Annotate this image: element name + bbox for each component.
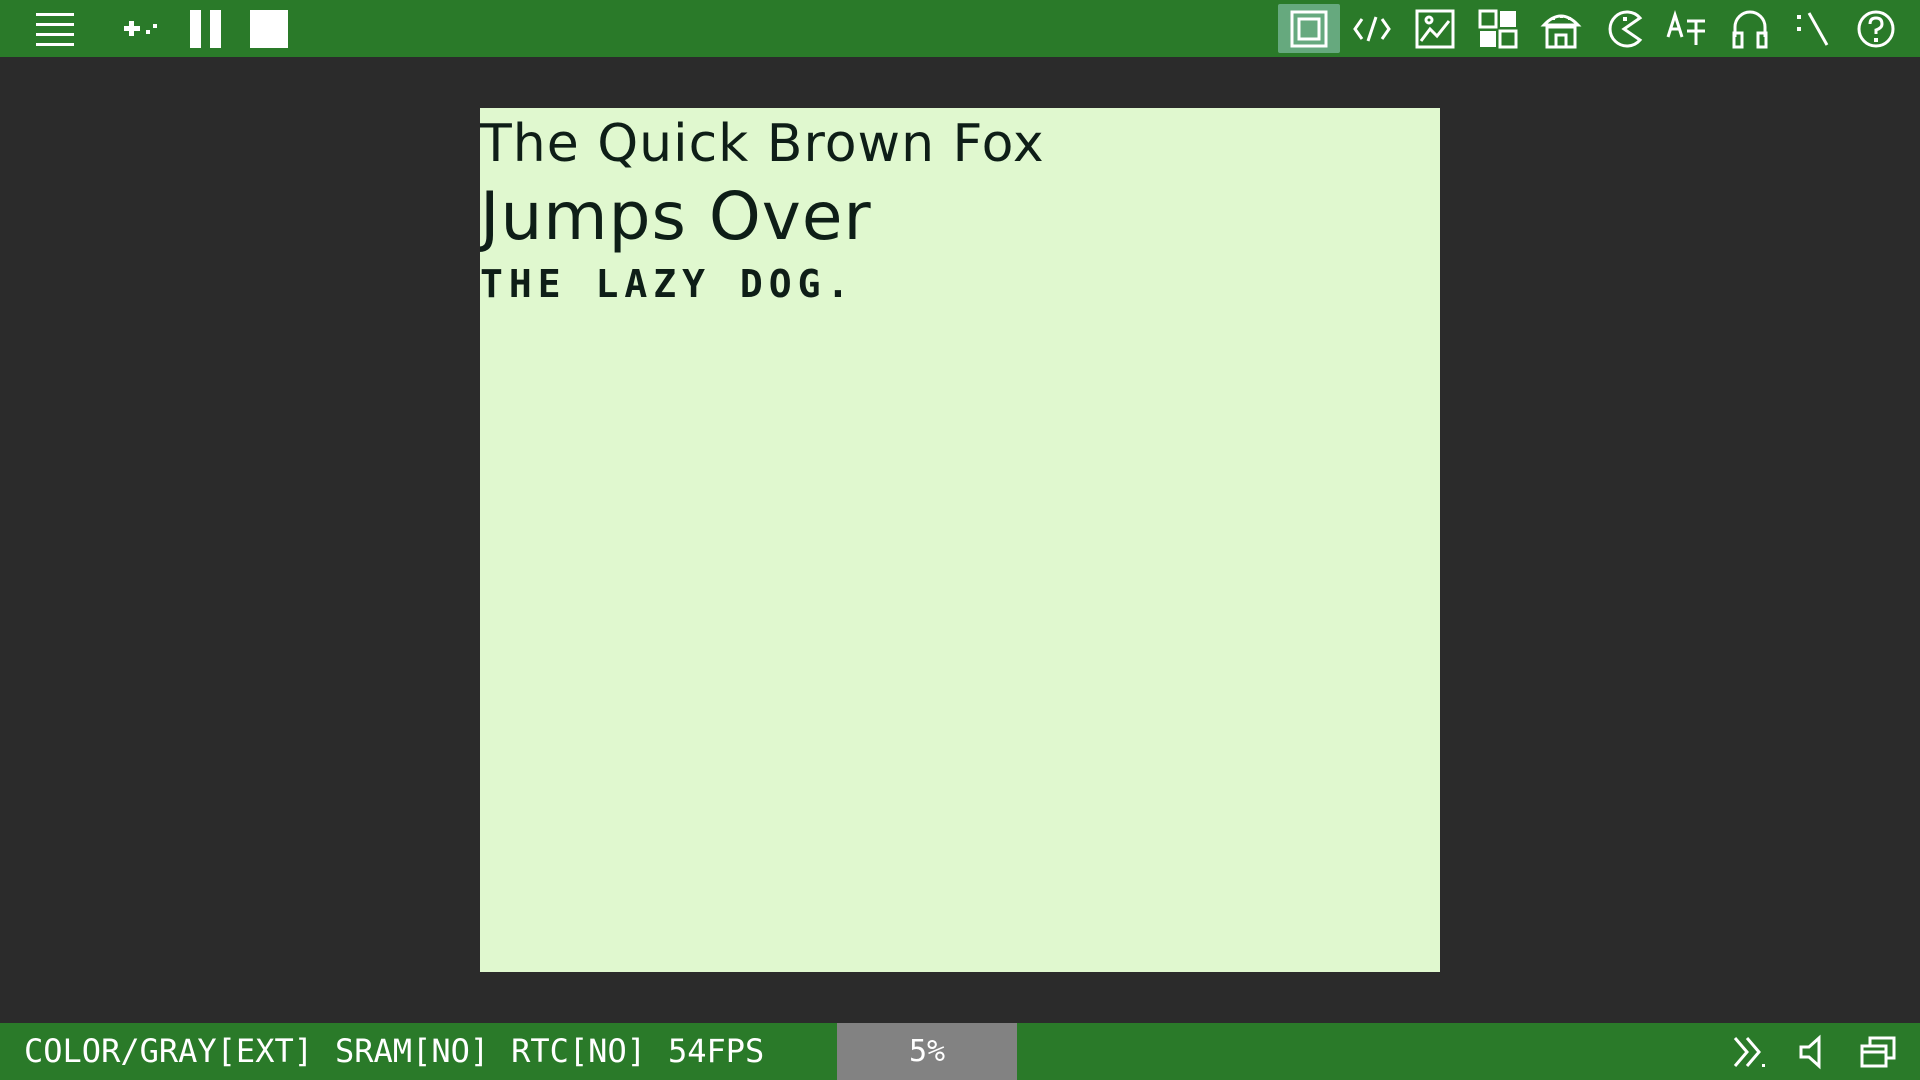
- screen-text-line-3: THE LAZY DOG.: [480, 262, 856, 306]
- status-info: COLOR/GRAY[EXT] SRAM[NO] RTC[NO] 54FPS: [24, 1023, 786, 1080]
- screen-icon[interactable]: [1278, 4, 1340, 53]
- tiles-icon[interactable]: [1469, 0, 1527, 57]
- pacman-icon[interactable]: [1595, 0, 1653, 57]
- status-sram: SRAM[NO]: [334, 1032, 490, 1070]
- status-fps: 54FPS: [667, 1032, 765, 1070]
- stop-icon[interactable]: [240, 0, 298, 57]
- help-icon[interactable]: [1847, 0, 1905, 57]
- status-bar: COLOR/GRAY[EXT] SRAM[NO] RTC[NO] 54FPS 5%: [0, 1023, 1920, 1080]
- status-mode: COLOR/GRAY[EXT]: [24, 1032, 313, 1070]
- code-icon[interactable]: [1343, 0, 1401, 57]
- top-toolbar: [0, 0, 1920, 57]
- pause-icon[interactable]: [177, 0, 235, 57]
- screen-text-line-2: Jumps Over: [480, 178, 872, 255]
- window-icon[interactable]: [1849, 1023, 1907, 1080]
- shop-icon[interactable]: [1532, 0, 1590, 57]
- menu-icon[interactable]: [26, 0, 84, 57]
- translate-icon[interactable]: [1658, 0, 1716, 57]
- screen-text-line-1: The Quick Brown Fox: [480, 114, 1045, 174]
- image-icon[interactable]: [1406, 0, 1464, 57]
- gamepad-icon[interactable]: [113, 0, 171, 57]
- volume-icon[interactable]: [1784, 1023, 1842, 1080]
- terminal-icon[interactable]: [1784, 0, 1842, 57]
- status-rtc: RTC[NO]: [511, 1032, 646, 1070]
- fast-forward-icon[interactable]: [1721, 1023, 1779, 1080]
- status-percent: 5%: [837, 1023, 1017, 1080]
- headphones-icon[interactable]: [1721, 0, 1779, 57]
- emulator-screen[interactable]: The Quick Brown Fox Jumps Over THE LAZY …: [480, 108, 1440, 972]
